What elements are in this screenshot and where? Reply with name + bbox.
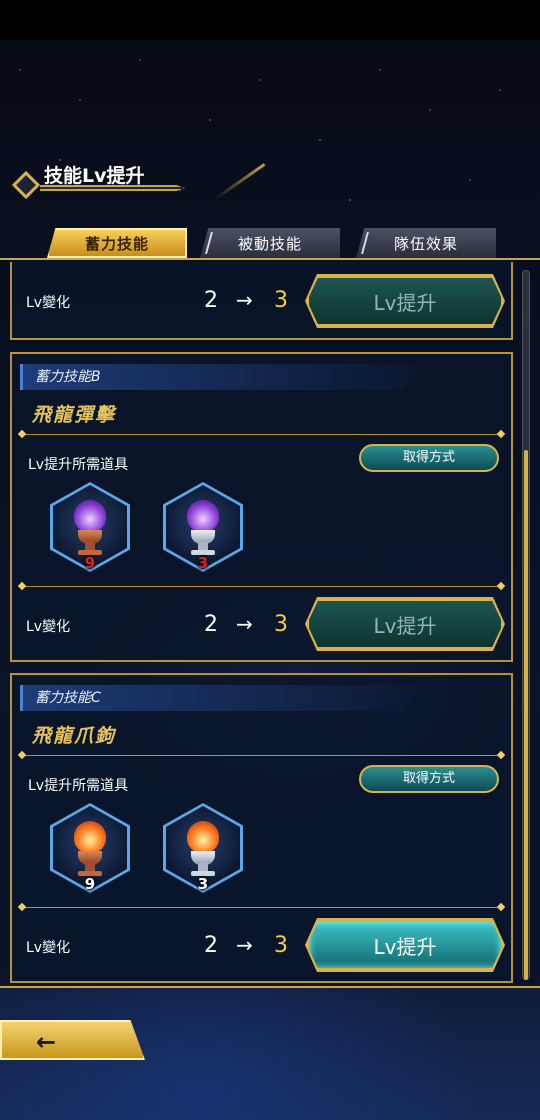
required-items-label: Lv提升所需道具 [28, 457, 129, 473]
tab-label: 被動技能 [237, 234, 302, 253]
lv-from: 2 [204, 288, 218, 313]
purple-flame-silver-brazier-icon[interactable]: 3 [163, 482, 243, 572]
item-count: 3 [197, 875, 209, 893]
lv-up-button[interactable]: Lv提升 [307, 599, 503, 649]
tab-passive-skill[interactable]: 被動技能 [200, 228, 340, 258]
divider [22, 907, 501, 908]
status-bar [0, 0, 540, 40]
lv-change-label: Lv變化 [26, 295, 71, 311]
page-header: 技能Lv提升 [10, 155, 185, 200]
divider [22, 586, 501, 587]
lv-arrow-icon: → [236, 612, 253, 636]
acquire-method-button[interactable]: 取得方式 [359, 444, 499, 472]
skill-card-c: 蓄力技能C 飛龍爪鉤 Lv提升所需道具 取得方式 9 3 Lv變化 2 → 3 … [10, 673, 513, 983]
lv-up-button[interactable]: Lv提升 [307, 920, 503, 970]
skill-category: 蓄力技能B [20, 364, 420, 390]
lv-change-label: Lv變化 [26, 619, 71, 635]
back-arrow-icon: ← [36, 1028, 57, 1056]
lv-from: 2 [204, 933, 218, 958]
lv-to: 3 [274, 933, 288, 958]
red-flame-copper-brazier-icon[interactable]: 9 [50, 803, 130, 893]
item-count: 9 [84, 875, 96, 893]
red-flame-silver-brazier-icon[interactable]: 3 [163, 803, 243, 893]
tab-label: 隊伍效果 [393, 234, 458, 253]
lv-up-button[interactable]: Lv提升 [307, 276, 503, 326]
tab-team-effect[interactable]: 隊伍效果 [356, 228, 496, 258]
lv-arrow-icon: → [236, 288, 253, 312]
tab-label: 蓄力技能 [84, 234, 149, 253]
back-button[interactable]: ← [0, 1020, 145, 1060]
acquire-method-button[interactable]: 取得方式 [359, 765, 499, 793]
skill-name: 飛龍爪鉤 [32, 725, 117, 747]
skill-card-a-partial: Lv變化 2 → 3 Lv提升 [10, 262, 513, 340]
item-count: 3 [197, 554, 209, 572]
skill-category: 蓄力技能C [20, 685, 420, 711]
divider [22, 434, 501, 435]
divider [22, 755, 501, 756]
scrollbar-thumb[interactable] [524, 450, 528, 980]
page-title: 技能Lv提升 [44, 165, 145, 187]
header-diamond-icon [11, 170, 41, 200]
required-items-label: Lv提升所需道具 [28, 778, 129, 794]
lv-to: 3 [274, 288, 288, 313]
tab-charge-skill[interactable]: 蓄力技能 [47, 228, 187, 258]
purple-flame-copper-brazier-icon[interactable]: 9 [50, 482, 130, 572]
lv-to: 3 [274, 612, 288, 637]
lv-arrow-icon: → [236, 933, 253, 957]
skill-card-b: 蓄力技能B 飛龍彈擊 Lv提升所需道具 取得方式 9 3 Lv變化 2 → 3 … [10, 352, 513, 662]
lv-from: 2 [204, 612, 218, 637]
lv-change-label: Lv變化 [26, 940, 71, 956]
item-count: 9 [84, 554, 96, 572]
skill-name: 飛龍彈擊 [32, 404, 117, 426]
